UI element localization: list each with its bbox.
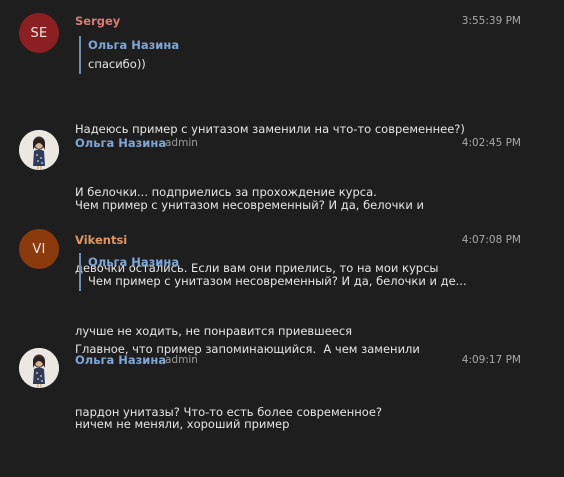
- author-name[interactable]: Ольга Назина: [75, 136, 166, 150]
- avatar-initials: SE: [30, 25, 48, 41]
- avatar-initials: VI: [32, 241, 46, 257]
- avatar[interactable]: [19, 348, 59, 388]
- quote-author: Ольга Назина: [88, 38, 180, 52]
- user-photo-icon: [19, 130, 59, 170]
- avatar[interactable]: [19, 130, 59, 170]
- message-line: ничем не меняли, хороший пример: [75, 417, 290, 431]
- role-badge: admin: [165, 137, 198, 149]
- message-line: Чем пример с унитазом несовременный? И д…: [75, 198, 424, 212]
- quote-text: Чем пример с унитазом несовременный? И д…: [88, 274, 467, 288]
- role-badge: admin: [165, 354, 198, 366]
- message-timestamp: 4:02:45 PM: [461, 137, 521, 149]
- author-name[interactable]: Sergey: [75, 14, 120, 28]
- user-photo-icon: [19, 348, 59, 388]
- quote-text: спасибо)): [88, 57, 146, 71]
- reply-quote[interactable]: Ольга Назина Чем пример с унитазом несов…: [79, 253, 478, 291]
- avatar[interactable]: VI: [19, 229, 59, 269]
- author-name[interactable]: Ольга Назина: [75, 353, 166, 367]
- avatar[interactable]: SE: [19, 13, 59, 53]
- message-timestamp: 3:55:39 PM: [461, 15, 521, 27]
- quote-author: Ольга Назина: [88, 255, 180, 269]
- message-timestamp: 4:07:08 PM: [461, 234, 521, 246]
- message-text: ничем не меняли, хороший пример: [75, 372, 289, 477]
- message-timestamp: 4:09:17 PM: [461, 354, 521, 366]
- reply-quote[interactable]: Ольга Назина спасибо)): [79, 36, 478, 74]
- author-name[interactable]: Vikentsi: [75, 233, 127, 247]
